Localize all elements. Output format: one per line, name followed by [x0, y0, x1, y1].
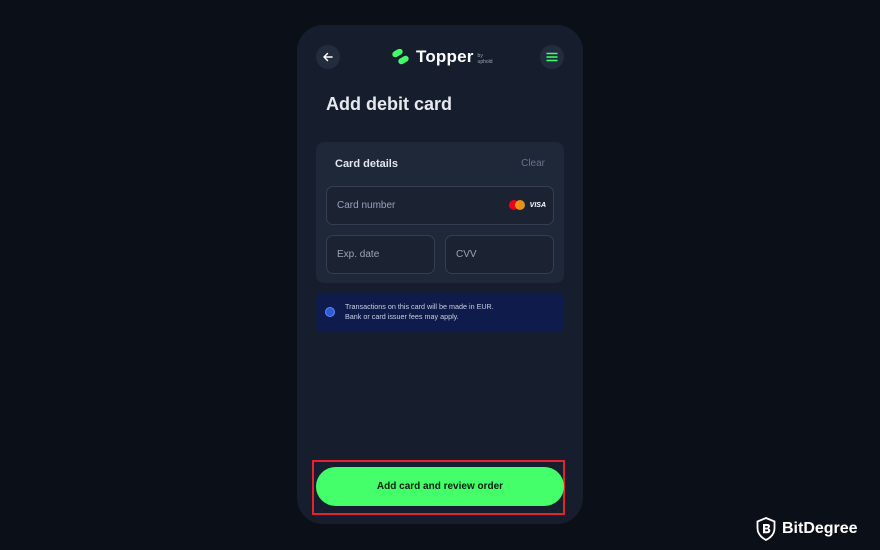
mobile-frame: Topper by uphold Add debit card Card det… — [297, 25, 583, 524]
brand-byline: by uphold — [478, 53, 493, 65]
brand-name: Topper — [416, 47, 474, 66]
page-title: Add debit card — [326, 94, 453, 114]
add-card-review-order-button[interactable]: Add card and review order — [316, 467, 564, 506]
card-number-field[interactable]: Card number VISA — [326, 186, 554, 225]
screen: Topper by uphold Add debit card Card det… — [0, 0, 880, 550]
back-button[interactable] — [316, 45, 340, 69]
expiry-date-placeholder: Exp. date — [337, 249, 380, 260]
notice-text: Transactions on this card will be made i… — [345, 302, 494, 322]
arrow-left-icon — [323, 52, 333, 62]
card-number-placeholder: Card number — [337, 200, 396, 211]
notice-line-1: Transactions on this card will be made i… — [345, 302, 494, 311]
bitdegree-watermark: BitDegree — [756, 517, 858, 541]
brand-sub: uphold — [477, 59, 493, 65]
visa-icon: VISA — [529, 201, 546, 209]
watermark-text: BitDegree — [782, 520, 858, 537]
card-details-label: Card details — [335, 158, 398, 170]
card-details-panel: Card details Clear Card number VISA Exp.… — [316, 142, 564, 283]
info-dot-icon — [325, 307, 335, 317]
topper-logo: Topper by uphold — [390, 45, 493, 69]
clear-button[interactable]: Clear — [521, 158, 545, 169]
cvv-field[interactable]: CVV — [445, 235, 554, 274]
cvv-placeholder: CVV — [456, 249, 477, 260]
mastercard-icon — [508, 200, 525, 210]
topper-mark-icon — [392, 49, 409, 65]
notice-line-2: Bank or card issuer fees may apply. — [345, 312, 459, 321]
menu-button[interactable] — [540, 45, 564, 69]
bitdegree-shield-icon — [756, 517, 776, 541]
hamburger-menu-icon — [546, 52, 558, 62]
card-brands: VISA — [508, 200, 546, 210]
expiry-date-field[interactable]: Exp. date — [326, 235, 435, 274]
currency-notice: Transactions on this card will be made i… — [316, 293, 564, 332]
